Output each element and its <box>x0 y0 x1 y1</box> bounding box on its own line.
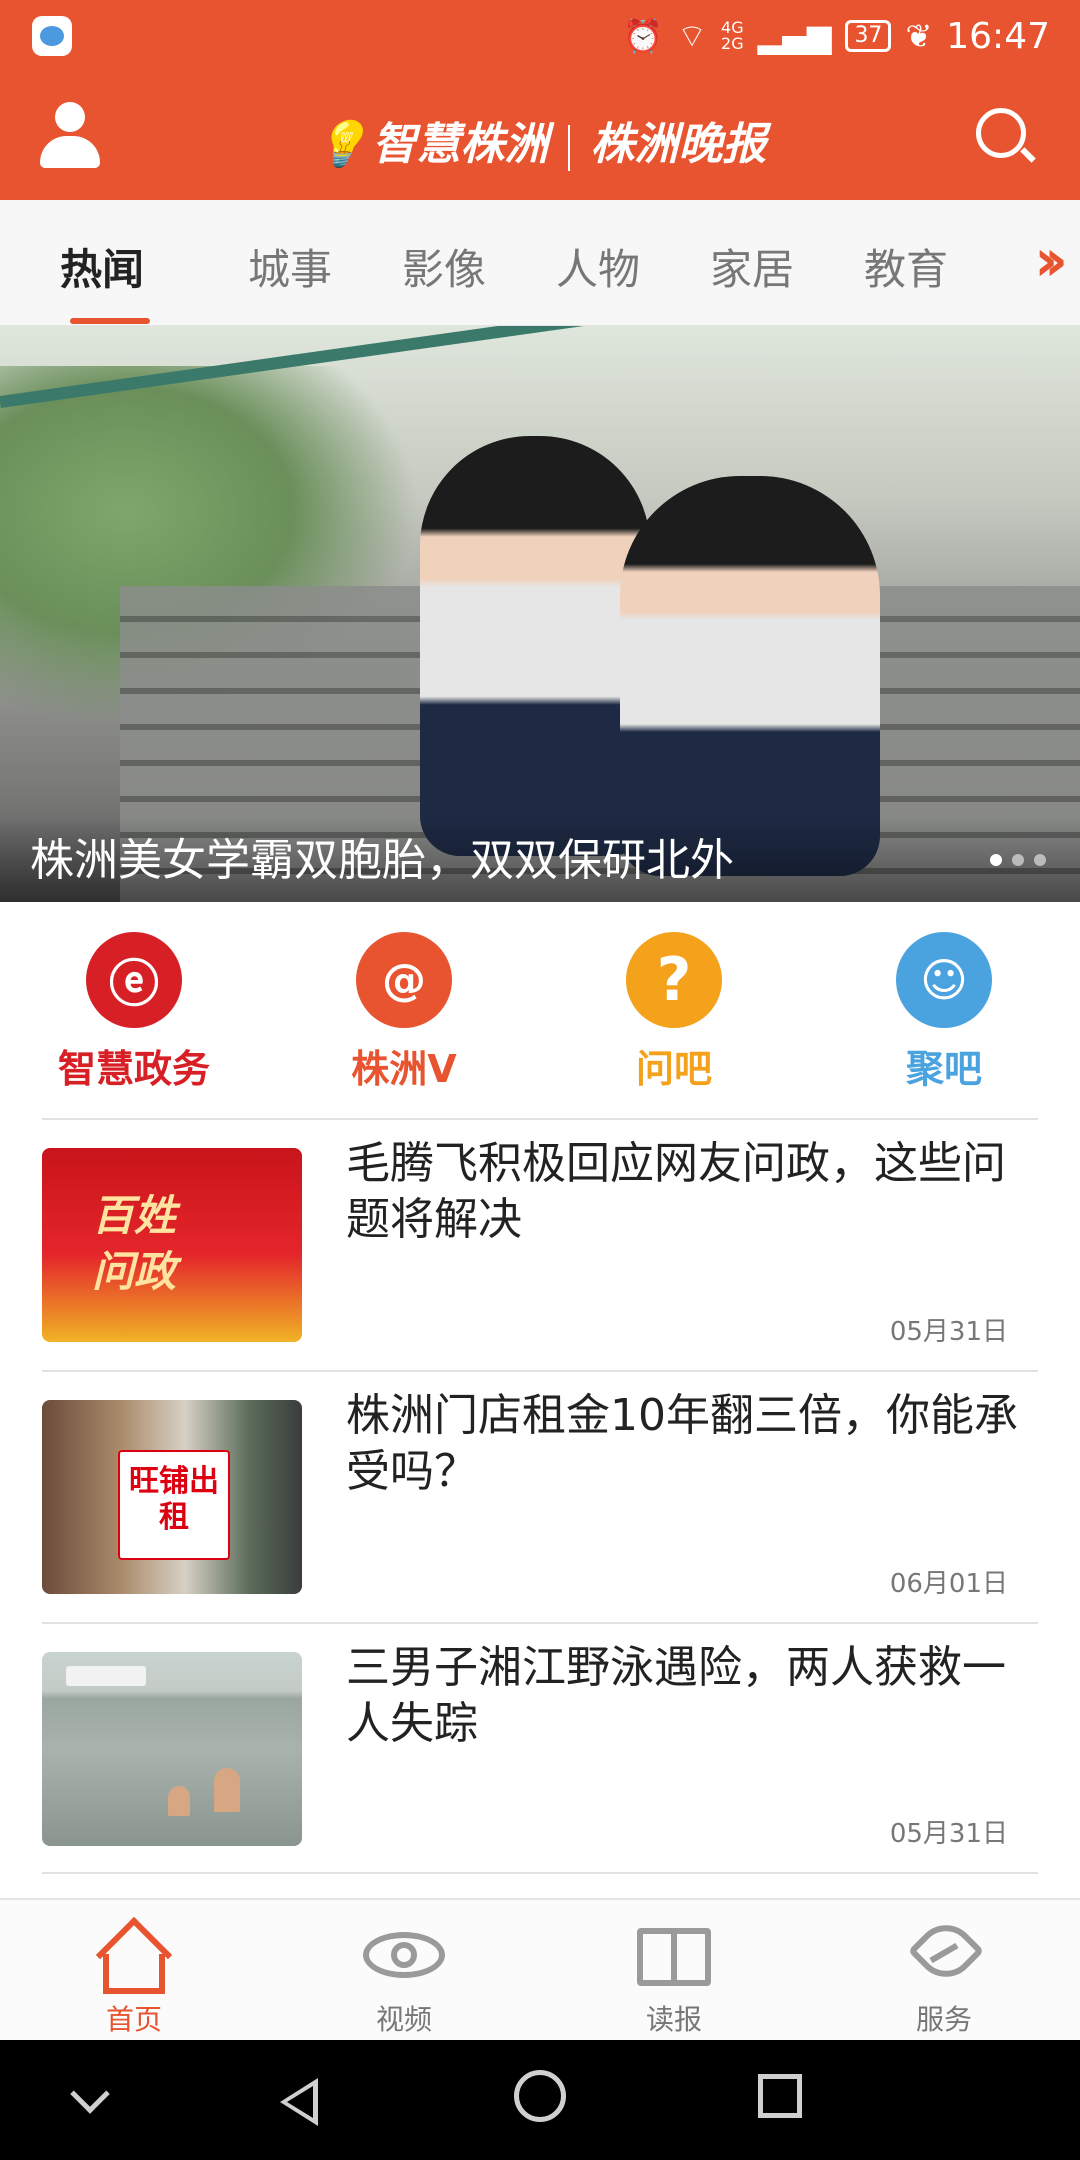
tab-hot-news[interactable]: 热闻 <box>60 236 144 297</box>
tab-people[interactable]: 人物 <box>556 236 640 297</box>
brand-left: 智慧株洲 <box>372 119 549 170</box>
news-thumbnail: 百姓 问政 <box>42 1148 302 1342</box>
status-bar: ⏰ ⌔ 4G 2G ▂▄▆ 37 ❦ 16:47 <box>0 0 1080 72</box>
rent-sign: 旺铺出租 <box>118 1450 230 1560</box>
nav-video[interactable]: 视频 <box>304 1914 504 2038</box>
thumbnail-text: 百姓 问政 <box>92 1191 177 1296</box>
network-2g: 2G <box>721 34 744 53</box>
nav-home[interactable]: 首页 <box>34 1914 234 2038</box>
at-person-icon: @ <box>356 932 452 1028</box>
news-title: 毛腾飞积极回应网友问政，这些问题将解决 <box>346 1138 1006 1245</box>
news-item[interactable]: 百姓 问政 毛腾飞积极回应网友问政，这些问题将解决 05月31日 <box>42 1118 1038 1370</box>
nav-read-paper[interactable]: 读报 <box>574 1914 774 2038</box>
question-icon: ? <box>626 932 722 1028</box>
nav-label: 服务 <box>915 2003 972 2036</box>
carousel-dots <box>990 854 1046 866</box>
bottom-nav: 首页 视频 读报 服务 <box>0 1898 1080 2040</box>
quick-link-label: 聚吧 <box>905 1047 982 1091</box>
brand-logo: 💡智慧株洲 株洲晚报 <box>0 108 1080 172</box>
heart-hand-icon <box>899 1912 989 1994</box>
news-item[interactable]: 三男子湘江野泳遇险，两人获救一人失踪 05月31日 <box>42 1622 1038 1874</box>
quick-link-label: 株洲V <box>351 1047 457 1091</box>
recents-square-icon[interactable] <box>740 2064 820 2136</box>
carousel-dot-active <box>990 854 1002 866</box>
eye-icon <box>359 1914 449 1994</box>
news-title: 三男子湘江野泳遇险，两人获救一人失踪 <box>346 1642 1006 1749</box>
carousel-dot <box>1034 854 1046 866</box>
quick-link-gather[interactable]: ☺ 聚吧 <box>844 932 1044 1093</box>
tab-home[interactable]: 家居 <box>710 236 794 297</box>
hero-photo-person-left <box>420 436 650 856</box>
book-icon <box>629 1914 719 1994</box>
search-icon[interactable] <box>976 108 1036 168</box>
hero-banner[interactable]: 株洲美女学霸双胞胎，双双保研北外 <box>0 326 1080 902</box>
quick-link-label: 问吧 <box>635 1047 712 1091</box>
news-title: 株洲门店租金10年翻三倍，你能承受吗？ <box>346 1390 1018 1497</box>
news-item[interactable]: 旺铺出租 株洲门店租金10年翻三倍，你能承受吗？ 06月01日 <box>42 1370 1038 1622</box>
news-date: 05月31日 <box>889 1819 1008 1849</box>
news-list: 百姓 问政 毛腾飞积极回应网友问政，这些问题将解决 05月31日 旺铺出租 株洲门… <box>42 1118 1038 1874</box>
thumbnail-swimmer <box>214 1768 240 1812</box>
back-icon[interactable] <box>260 2064 340 2136</box>
clock: 16:47 <box>946 15 1050 57</box>
home-icon <box>89 1914 179 1994</box>
hero-caption: 株洲美女学霸双胞胎，双双保研北外 <box>30 835 734 886</box>
app-header: 💡智慧株洲 株洲晚报 <box>0 72 1080 200</box>
network-indicator: 4G 2G <box>721 20 744 52</box>
brand-right: 株洲晚报 <box>590 119 767 170</box>
nav-label: 视频 <box>375 2003 432 2036</box>
carousel-dot <box>1012 854 1024 866</box>
nav-label: 读报 <box>645 2003 702 2036</box>
status-indicators: ⏰ ⌔ 4G 2G ▂▄▆ 37 ❦ 16:47 <box>623 12 1050 60</box>
news-thumbnail: 旺铺出租 <box>42 1400 302 1594</box>
tab-city[interactable]: 城事 <box>248 236 332 297</box>
quick-link-label: 智慧政务 <box>57 1047 210 1091</box>
brand-separator <box>568 124 571 171</box>
alarm-icon: ⏰ <box>623 17 663 55</box>
quick-links: ⓔ 智慧政务 @ 株洲V ? 问吧 ☺ 聚吧 <box>0 902 1080 1118</box>
tab-education[interactable]: 教育 <box>864 236 948 297</box>
wifi-icon: ⌔ <box>676 17 708 55</box>
system-nav-bar <box>0 2040 1080 2160</box>
more-tabs-icon[interactable]: ›› <box>1034 226 1068 294</box>
active-tab-indicator <box>70 318 150 324</box>
signal-icon: ▂▄▆ <box>757 17 832 55</box>
news-date: 05月31日 <box>889 1317 1008 1347</box>
news-date: 06月01日 <box>889 1569 1008 1599</box>
home-circle-icon[interactable] <box>500 2064 580 2136</box>
app-notification-icon <box>32 16 72 56</box>
nav-services[interactable]: 服务 <box>844 1912 1044 2038</box>
collapse-chevron-icon[interactable] <box>50 2064 130 2136</box>
quick-link-gov-affairs[interactable]: ⓔ 智慧政务 <box>34 932 234 1093</box>
leaf-icon: ❦ <box>905 17 933 55</box>
battery-indicator: 37 <box>845 20 892 52</box>
category-tabs: 热闻 城事 影像 人物 家居 教育 ›› <box>0 200 1080 326</box>
thumbnail-boat <box>66 1666 146 1686</box>
thumbnail-swimmer <box>168 1786 190 1816</box>
nav-label: 首页 <box>105 2003 162 2036</box>
chat-face-icon: ☺ <box>896 932 992 1028</box>
quick-link-ask[interactable]: ? 问吧 <box>574 932 774 1093</box>
e-house-icon: ⓔ <box>86 932 182 1028</box>
tab-images[interactable]: 影像 <box>402 236 486 297</box>
bulb-icon: 💡 <box>313 119 369 170</box>
news-thumbnail <box>42 1652 302 1846</box>
quick-link-zhuzhou-v[interactable]: @ 株洲V <box>304 932 504 1093</box>
